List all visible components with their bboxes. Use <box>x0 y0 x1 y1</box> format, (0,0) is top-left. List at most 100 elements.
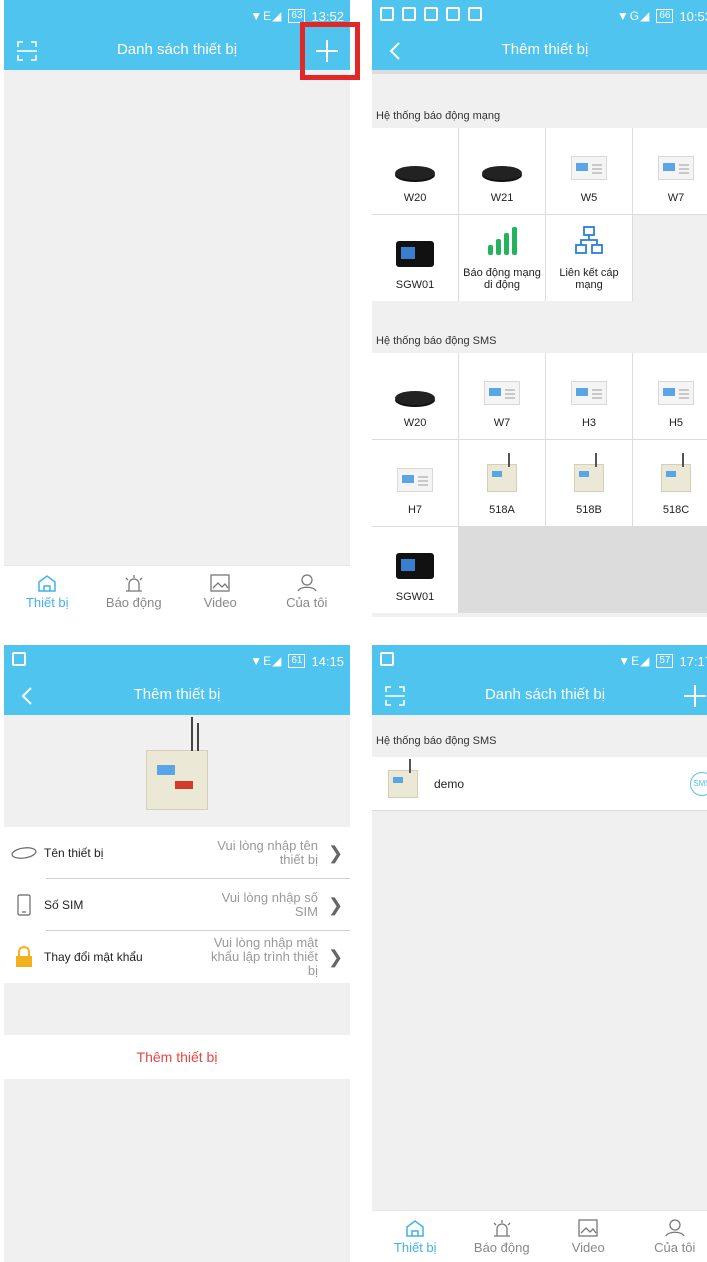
image-icon <box>380 652 394 666</box>
device-name: demo <box>434 776 465 791</box>
device-cell-w5[interactable]: W5 <box>546 128 632 214</box>
alarm-box-image <box>661 453 691 492</box>
device-cell-h7[interactable]: H7 <box>372 440 458 526</box>
panel-device-image <box>658 156 694 180</box>
tab-devices[interactable]: Thiết bị <box>4 566 91 617</box>
header: Danh sách thiết bị <box>372 677 707 715</box>
tab-alarm[interactable]: Báo động <box>91 566 178 617</box>
tab-profile[interactable]: Của tôi <box>632 1211 707 1262</box>
sim-number-input[interactable]: Vui lòng nhập số SIM <box>200 891 318 919</box>
user-icon <box>297 573 317 591</box>
device-cell-h3[interactable]: H3 <box>546 353 632 439</box>
tab-video[interactable]: Video <box>545 1211 632 1262</box>
device-cell-518c[interactable]: 518C <box>633 440 707 526</box>
device-cell-sgw01[interactable]: SGW01 <box>372 527 458 613</box>
device-cell-518b[interactable]: 518B <box>546 440 632 526</box>
user-icon <box>665 1218 685 1236</box>
battery-icon: 63 <box>288 9 306 23</box>
status-bar: ▼E◢ 63 13:52 <box>4 0 350 32</box>
alarm-box-image <box>146 717 208 810</box>
device-preview <box>4 715 350 825</box>
tab-bar: Thiết bị Báo động Video Của tôi <box>4 565 350 617</box>
add-device-button[interactable] <box>680 681 707 711</box>
empty-cell <box>633 215 707 301</box>
puck-device-image <box>395 166 435 180</box>
sim-number-field[interactable]: Số SIM Vui lòng nhập số SIM ❯ <box>4 879 350 931</box>
device-cell-cable-link[interactable]: Liên kết cáp mạng <box>546 215 632 301</box>
device-cell-w21[interactable]: W21 <box>459 128 545 214</box>
siren-icon <box>125 574 143 592</box>
clock: 17:17 <box>679 653 707 669</box>
device-cell-w20[interactable]: W20 <box>372 128 458 214</box>
device-cell-w7[interactable]: W7 <box>633 128 707 214</box>
image-icon <box>12 652 26 666</box>
tab-profile[interactable]: Của tôi <box>264 566 351 617</box>
device-name-input[interactable]: Vui lòng nhập tên thiết bị <box>200 839 318 867</box>
puck-device-image <box>395 391 435 405</box>
signal-bars-icon <box>487 225 517 255</box>
device-cell-w7[interactable]: W7 <box>459 353 545 439</box>
lock-icon <box>16 946 32 967</box>
tab-devices[interactable]: Thiết bị <box>372 1211 459 1262</box>
clock: 14:15 <box>311 653 344 669</box>
battery-icon: 61 <box>288 654 306 668</box>
upload-icon <box>446 7 460 21</box>
panel-device-image <box>658 381 694 405</box>
image-icon <box>424 7 438 21</box>
device-list-screen-empty: ▼E◢ 63 13:52 Danh sách thiết bị Thiết bị… <box>4 0 350 617</box>
device-cell-w20[interactable]: W20 <box>372 353 458 439</box>
add-device-submit-button[interactable]: Thêm thiết bị <box>4 1035 350 1079</box>
panel-device-image <box>571 156 607 180</box>
header: Danh sách thiết bị <box>4 32 350 70</box>
add-device-type-screen: ▼G◢ 66 10:53 Thêm thiết bị Hệ thống báo … <box>372 0 707 617</box>
page-title: Thêm thiết bị <box>133 686 221 703</box>
tab-video[interactable]: Video <box>177 566 264 617</box>
battery-icon: 66 <box>656 9 674 23</box>
device-cell-mobile-alarm[interactable]: Báo động mạng di động <box>459 215 545 301</box>
device-cell-518a[interactable]: 518A <box>459 440 545 526</box>
clock: 10:53 <box>679 8 707 24</box>
image-icon <box>578 1218 598 1237</box>
app-icon <box>468 7 482 21</box>
status-bar: ▼E◢ 57 17:17 <box>372 645 707 677</box>
battery-icon: 57 <box>656 654 674 668</box>
network-icon <box>575 226 603 254</box>
status-bar: ▼E◢ 61 14:15 <box>4 645 350 677</box>
tag-icon <box>11 847 37 859</box>
password-input[interactable]: Vui lòng nhập mật khẩu lập trình thiết b… <box>200 936 318 978</box>
panel-device-image <box>397 468 433 492</box>
image-icon <box>210 573 230 592</box>
touch-panel-image <box>396 553 434 579</box>
alarm-box-image <box>574 453 604 492</box>
password-field[interactable]: Thay đổi mật khẩu Vui lòng nhập mật khẩu… <box>4 931 350 983</box>
sms-badge: SMS <box>690 771 707 796</box>
highlight-box <box>300 22 360 80</box>
signal-icon: ▼E◢ <box>618 654 651 668</box>
home-icon <box>38 574 56 592</box>
chevron-right-icon: ❯ <box>328 946 344 967</box>
notification-icons <box>380 652 394 666</box>
tab-bar: Thiết bị Báo động Video Của tôi <box>372 1210 707 1262</box>
device-cell-h5[interactable]: H5 <box>633 353 707 439</box>
device-form: Tên thiết bị Vui lòng nhập tên thiết bị … <box>4 827 350 983</box>
chevron-right-icon: ❯ <box>328 894 344 915</box>
sms-device-grid: W20 W7 H3 H5 H7 518A 518B 518C SGW01 <box>372 353 707 613</box>
network-device-grid: W20 W21 W5 W7 SGW01 Báo động mạng di độn… <box>372 128 707 301</box>
device-list-screen: ▼E◢ 57 17:17 Danh sách thiết bị Hệ thống… <box>372 645 707 1262</box>
header: Thêm thiết bị <box>372 32 707 70</box>
device-list-item[interactable]: demo SMS <box>372 757 707 811</box>
signal-icon: ▼E◢ <box>250 654 283 668</box>
siren-icon <box>493 1219 511 1237</box>
status-bar: ▼G◢ 66 10:53 <box>372 0 707 32</box>
page-title: Thêm thiết bị <box>501 41 589 58</box>
header: Thêm thiết bị <box>4 677 350 715</box>
signal-icon: ▼G◢ <box>616 9 651 23</box>
tab-alarm[interactable]: Báo động <box>459 1211 546 1262</box>
chevron-right-icon: ❯ <box>328 842 344 863</box>
device-cell-sgw01[interactable]: SGW01 <box>372 215 458 301</box>
signal-icon: ▼E◢ <box>250 9 283 23</box>
alarm-box-image <box>388 758 418 798</box>
puck-device-image <box>482 166 522 180</box>
device-name-field[interactable]: Tên thiết bị Vui lòng nhập tên thiết bị … <box>4 827 350 879</box>
plus-icon <box>684 685 706 707</box>
